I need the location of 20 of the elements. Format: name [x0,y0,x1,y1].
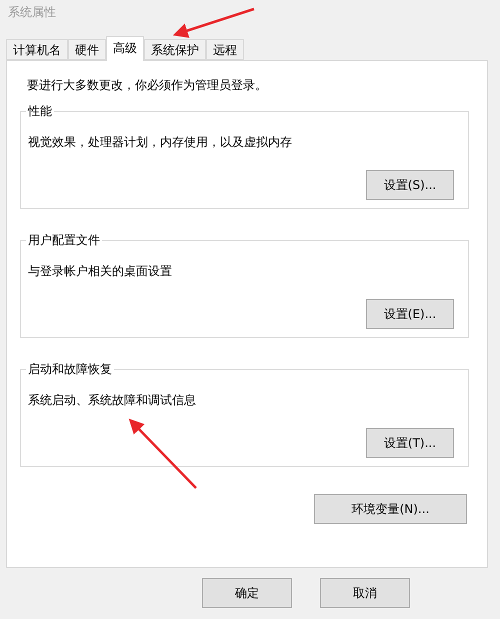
tab[interactable]: 远程 [206,39,244,60]
tab[interactable]: 计算机名 [6,39,68,60]
tab[interactable]: 硬件 [68,39,106,60]
group-description: 系统启动、系统故障和调试信息 [28,392,197,409]
admin-notice: 要进行大多数更改，你必须作为管理员登录。 [27,77,268,94]
settings-button[interactable]: 设置(T)... [366,428,454,458]
window-title: 系统属性 [7,4,56,21]
settings-button[interactable]: 设置(E)... [366,299,454,329]
group-description: 视觉效果，处理器计划，内存使用，以及虚拟内存 [28,134,293,151]
group-description: 与登录帐户相关的桌面设置 [28,263,173,280]
tab[interactable]: 系统保护 [144,39,206,60]
environment-variables-button[interactable]: 环境变量(N)... [314,494,467,524]
tab[interactable]: 高级 [106,36,144,61]
dialog-button[interactable]: 取消 [320,578,410,608]
annotation-arrow [128,418,197,489]
group-title: 性能 [26,103,54,120]
dialog-button[interactable]: 确定 [202,578,292,608]
group-title: 用户配置文件 [26,232,102,249]
group-title: 启动和故障恢复 [26,361,114,378]
settings-button[interactable]: 设置(S)... [366,170,454,200]
